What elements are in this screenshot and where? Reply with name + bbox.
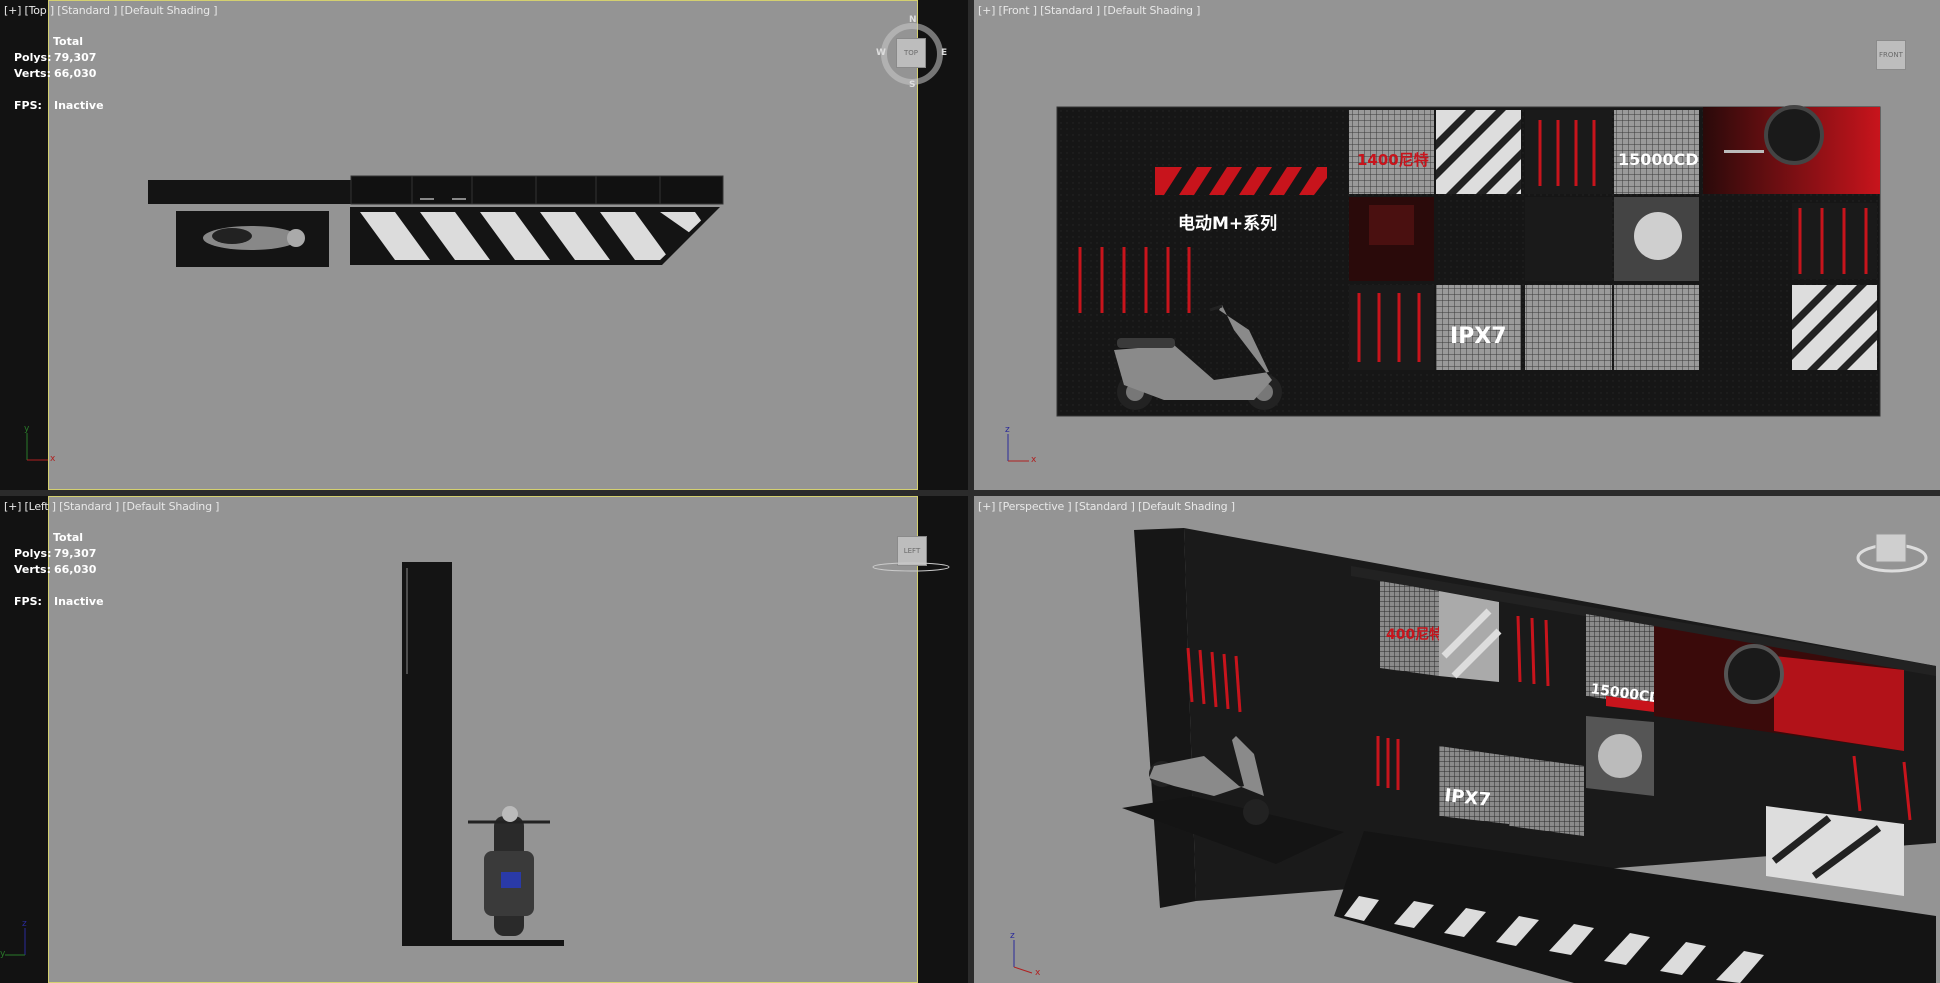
scooter-rear xyxy=(468,806,550,936)
axis-label-x: x xyxy=(50,454,56,464)
nits-text: 1400尼特 xyxy=(1357,151,1429,169)
hazard-panel xyxy=(1436,110,1521,194)
axis-label-z: z xyxy=(22,919,27,929)
candela-text: 15000CD xyxy=(1618,150,1699,169)
viewcube xyxy=(1875,533,1907,563)
nits-text: 400尼特 xyxy=(1386,626,1443,643)
axis-label-x: x xyxy=(1031,455,1037,465)
ipx7-text: IPX7 xyxy=(1450,324,1507,349)
viewport-perspective[interactable]: [+] [Perspective ] [Standard ] [Default … xyxy=(974,496,1940,983)
scene-left-view xyxy=(5,562,950,956)
axis-label-z: z xyxy=(1005,425,1010,435)
cabinet-top xyxy=(350,175,724,205)
scene-top-view xyxy=(26,175,724,461)
scene-perspective-view: 400尼特 15000CD IPX7 xyxy=(1013,528,1936,983)
series-title: 电动M+系列 xyxy=(1178,213,1277,234)
axis-label-x: x xyxy=(1035,968,1041,978)
wall-side xyxy=(402,562,452,944)
axis-label-y: y xyxy=(24,424,30,434)
viewport-top[interactable]: [+] [Top ] [Standard ] [Default Shading … xyxy=(0,0,968,490)
axis-label-y: y xyxy=(0,949,6,959)
viewport-left[interactable]: [+] [Left ] [Standard ] [Default Shading… xyxy=(0,496,968,983)
floor-side xyxy=(402,940,564,946)
viewport-front[interactable]: [+] [Front ] [Standard ] [Default Shadin… xyxy=(974,0,1940,490)
wall-top xyxy=(148,180,352,204)
axis-label-z: z xyxy=(1010,931,1015,941)
scene-front-view: 电动M+系列 1400尼特 15000CD IPX7 xyxy=(1007,105,1881,462)
hazard-panel-right xyxy=(1792,285,1877,370)
